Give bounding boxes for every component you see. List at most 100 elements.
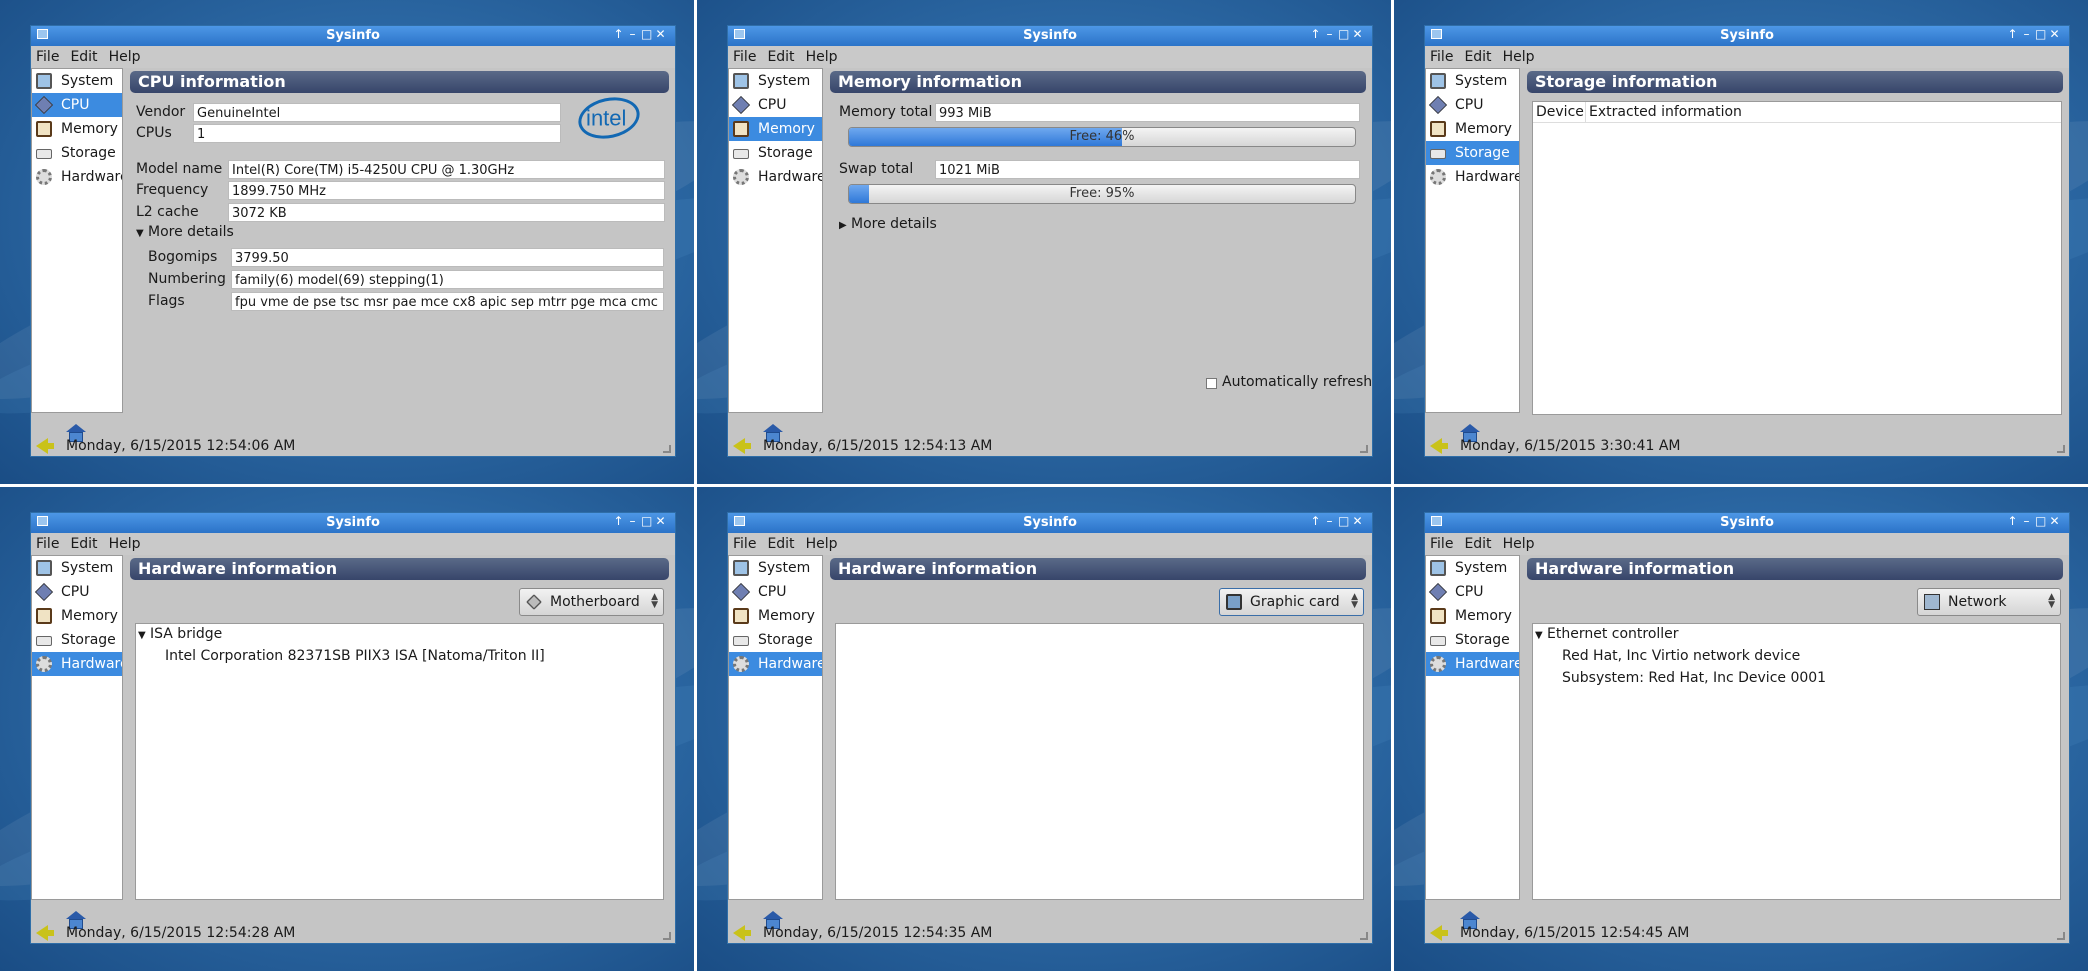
hardware-category-select[interactable]: Network ▲ ▼: [1917, 588, 2061, 616]
tree-leaf-device[interactable]: Intel Corporation 82371SB PIIX3 ISA [Nat…: [165, 648, 545, 664]
menu-file[interactable]: File: [728, 533, 762, 552]
close-icon[interactable]: ✕: [1352, 27, 1366, 41]
hardware-tree[interactable]: ▼ Ethernet controller Red Hat, Inc Virtio…: [1532, 623, 2061, 900]
sidebar-item-memory[interactable]: Memory: [1426, 117, 1519, 141]
menu-edit[interactable]: Edit: [762, 533, 800, 552]
resize-grip[interactable]: [663, 445, 671, 453]
storage-table[interactable]: Device Extracted information: [1532, 101, 2062, 415]
sidebar-item-cpu[interactable]: CPU: [1426, 93, 1519, 117]
sidebar-item-system[interactable]: System: [32, 556, 122, 580]
menu-edit[interactable]: Edit: [1459, 533, 1497, 552]
title-bar[interactable]: Sysinfo ↑ – □✕: [31, 26, 675, 46]
sidebar-item-system[interactable]: System: [1426, 69, 1519, 93]
menu-file[interactable]: File: [31, 46, 65, 65]
swap-total-field[interactable]: 1021 MiB: [935, 160, 1360, 179]
menu-edit[interactable]: Edit: [65, 46, 103, 65]
menu-help[interactable]: Help: [104, 46, 147, 65]
sidebar-item-system[interactable]: System: [729, 69, 822, 93]
tree-leaf-subsystem[interactable]: Subsystem: Red Hat, Inc Device 0001: [1562, 670, 1826, 686]
sidebar-item-cpu[interactable]: CPU: [1426, 580, 1519, 604]
title-bar[interactable]: Sysinfo ↑ – □✕: [1425, 26, 2069, 46]
menu-help[interactable]: Help: [104, 533, 147, 552]
sidebar-item-cpu[interactable]: CPU: [32, 93, 122, 117]
close-icon[interactable]: ✕: [2049, 27, 2063, 41]
sidebar-item-system[interactable]: System: [1426, 556, 1519, 580]
menu-file[interactable]: File: [728, 46, 762, 65]
maximize-icon[interactable]: □: [1338, 514, 1352, 528]
resize-grip[interactable]: [663, 932, 671, 940]
hardware-tree[interactable]: ▼ ISA bridge Intel Corporation 82371SB PI…: [135, 623, 664, 900]
menu-help[interactable]: Help: [1498, 46, 1541, 65]
flags-field[interactable]: fpu vme de pse tsc msr pae mce cx8 apic …: [231, 292, 664, 311]
menu-file[interactable]: File: [1425, 46, 1459, 65]
bogomips-field[interactable]: 3799.50: [231, 248, 664, 267]
auto-refresh-label[interactable]: Automatically refresh: [1222, 374, 1372, 390]
frequency-field[interactable]: 1899.750 MHz: [228, 181, 665, 200]
model-field[interactable]: Intel(R) Core(TM) i5-4250U CPU @ 1.30GHz: [228, 160, 665, 179]
sidebar-item-hardware[interactable]: Hardware: [1426, 165, 1519, 189]
pin-icon[interactable]: ↑: [1310, 514, 1324, 528]
memory-total-field[interactable]: 993 MiB: [935, 103, 1360, 122]
sidebar-item-memory[interactable]: Memory: [32, 117, 122, 141]
back-arrow-icon[interactable]: [36, 438, 54, 454]
sidebar-item-memory[interactable]: Memory: [729, 117, 822, 141]
close-icon[interactable]: ✕: [655, 514, 669, 528]
menu-help[interactable]: Help: [801, 46, 844, 65]
resize-grip[interactable]: [1360, 932, 1368, 940]
l2-cache-field[interactable]: 3072 KB: [228, 203, 665, 222]
vendor-field[interactable]: GenuineIntel: [193, 103, 561, 122]
pin-icon[interactable]: ↑: [2007, 27, 2021, 41]
more-details-expander[interactable]: ▼ More details: [136, 224, 234, 240]
sidebar-item-cpu[interactable]: CPU: [729, 580, 822, 604]
minimize-icon[interactable]: –: [2021, 514, 2035, 528]
back-arrow-icon[interactable]: [1430, 438, 1448, 454]
menu-edit[interactable]: Edit: [762, 46, 800, 65]
pin-icon[interactable]: ↑: [1310, 27, 1324, 41]
menu-edit[interactable]: Edit: [1459, 46, 1497, 65]
menu-edit[interactable]: Edit: [65, 533, 103, 552]
cpus-field[interactable]: 1: [193, 124, 561, 143]
sidebar-item-system[interactable]: System: [729, 556, 822, 580]
pin-icon[interactable]: ↑: [2007, 514, 2021, 528]
back-arrow-icon[interactable]: [36, 925, 54, 941]
pin-icon[interactable]: ↑: [613, 27, 627, 41]
maximize-icon[interactable]: □: [641, 27, 655, 41]
sidebar-item-memory[interactable]: Memory: [32, 604, 122, 628]
minimize-icon[interactable]: –: [627, 27, 641, 41]
close-icon[interactable]: ✕: [1352, 514, 1366, 528]
menu-help[interactable]: Help: [801, 533, 844, 552]
title-bar[interactable]: Sysinfo ↑ – □✕: [31, 513, 675, 533]
auto-refresh-checkbox[interactable]: [1206, 378, 1217, 389]
menu-help[interactable]: Help: [1498, 533, 1541, 552]
resize-grip[interactable]: [1360, 445, 1368, 453]
maximize-icon[interactable]: □: [1338, 27, 1352, 41]
minimize-icon[interactable]: –: [627, 514, 641, 528]
back-arrow-icon[interactable]: [733, 438, 751, 454]
resize-grip[interactable]: [2057, 932, 2065, 940]
minimize-icon[interactable]: –: [1324, 514, 1338, 528]
hardware-category-select[interactable]: Graphic card ▲ ▼: [1219, 588, 1364, 616]
menu-file[interactable]: File: [31, 533, 65, 552]
tree-leaf-device[interactable]: Red Hat, Inc Virtio network device: [1562, 648, 1800, 664]
column-extracted-information[interactable]: Extracted information: [1585, 102, 1742, 122]
sidebar-item-storage[interactable]: Storage: [32, 628, 122, 652]
sidebar-item-storage[interactable]: Storage: [32, 141, 122, 165]
sidebar-item-cpu[interactable]: CPU: [32, 580, 122, 604]
sidebar-item-hardware[interactable]: Hardware: [1426, 652, 1519, 676]
title-bar[interactable]: Sysinfo ↑ – □✕: [728, 26, 1372, 46]
sidebar-item-storage[interactable]: Storage: [1426, 141, 1519, 165]
minimize-icon[interactable]: –: [2021, 27, 2035, 41]
sidebar-item-cpu[interactable]: CPU: [729, 93, 822, 117]
hardware-tree[interactable]: [835, 623, 1364, 900]
title-bar[interactable]: Sysinfo ↑ – □✕: [728, 513, 1372, 533]
sidebar-item-system[interactable]: System: [32, 69, 122, 93]
minimize-icon[interactable]: –: [1324, 27, 1338, 41]
back-arrow-icon[interactable]: [733, 925, 751, 941]
pin-icon[interactable]: ↑: [613, 514, 627, 528]
more-details-expander[interactable]: ▶ More details: [839, 216, 937, 232]
title-bar[interactable]: Sysinfo ↑ – □✕: [1425, 513, 2069, 533]
sidebar-item-storage[interactable]: Storage: [729, 141, 822, 165]
sidebar-item-hardware[interactable]: Hardware: [32, 165, 122, 189]
tree-node-ethernet-controller[interactable]: ▼ Ethernet controller: [1535, 626, 1679, 642]
resize-grip[interactable]: [2057, 445, 2065, 453]
